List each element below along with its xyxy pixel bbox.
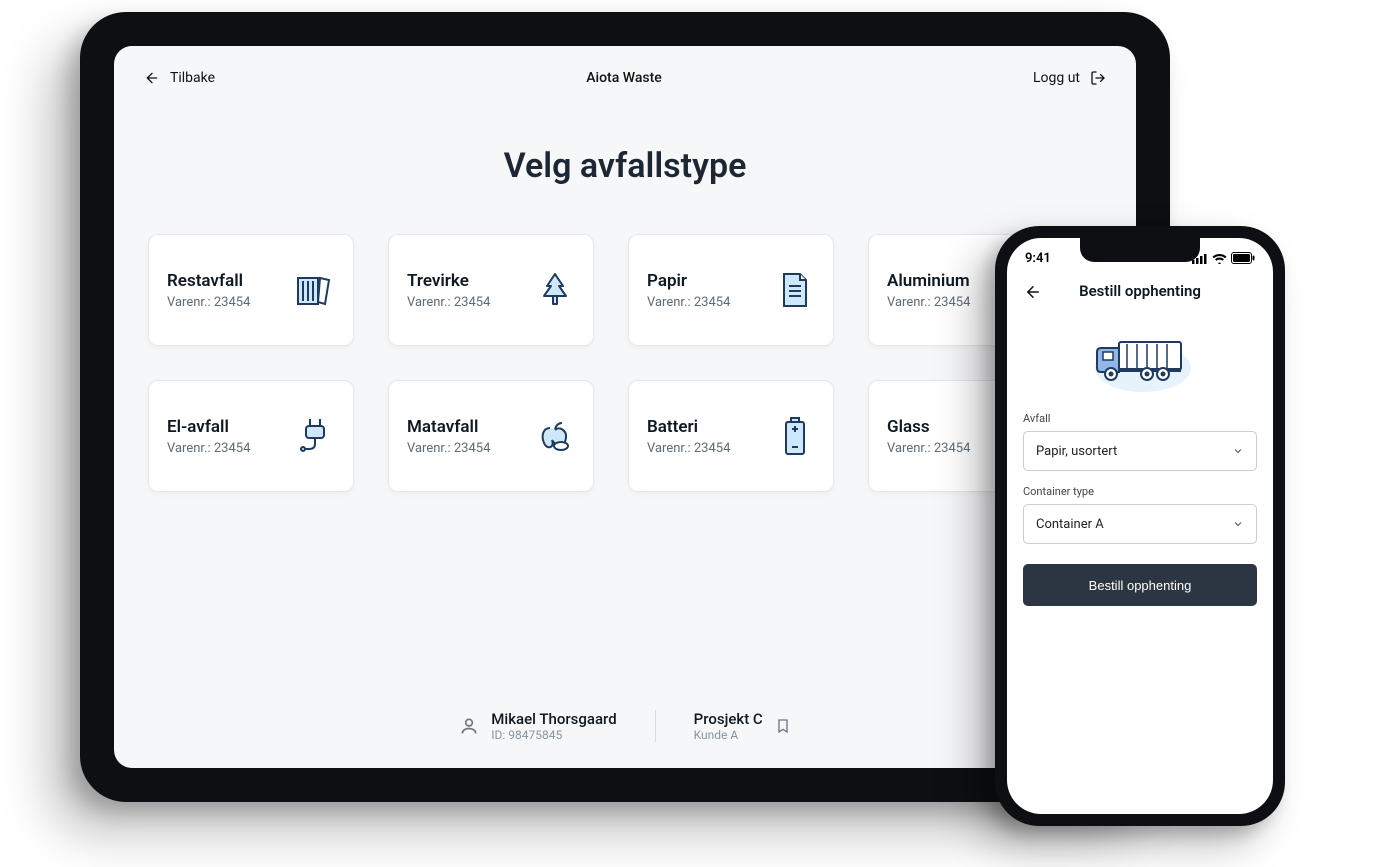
app-title: Aiota Waste [586,70,662,86]
user-name: Mikael Thorsgaard [491,710,616,728]
footer-divider [655,710,656,742]
card-text: Aluminium Varenr.: 23454 [887,271,970,310]
project-name: Prosjekt C [694,710,763,728]
waste-card-trevirke[interactable]: Trevirke Varenr.: 23454 [388,234,594,346]
cards-row: Restavfall Varenr.: 23454 Trevirke [148,234,1102,346]
chevron-down-icon [1232,445,1244,457]
container-select[interactable]: Container A [1023,504,1257,544]
card-text: Glass Varenr.: 23454 [887,417,970,456]
card-text: El-avfall Varenr.: 23454 [167,417,250,456]
phone-back-button[interactable] [1021,280,1045,304]
card-sub: Varenr.: 23454 [407,295,490,310]
card-text: Restavfall Varenr.: 23454 [167,271,250,310]
card-title: El-avfall [167,417,250,437]
phone-header-title: Bestill opphenting [1079,282,1201,300]
card-sub: Varenr.: 23454 [407,441,490,456]
tablet-screen: Tilbake Aiota Waste Logg ut Velg avfalls… [114,46,1136,768]
bookmark-icon [775,717,791,735]
container-value: Container A [1036,517,1104,532]
status-icons [1192,252,1255,264]
phone-device: 9:41 Bestill opphenting [995,226,1285,826]
phone-notch [1080,238,1200,262]
waste-card-restavfall[interactable]: Restavfall Varenr.: 23454 [148,234,354,346]
card-title: Restavfall [167,271,250,291]
apple-icon [535,416,575,456]
tablet-topbar: Tilbake Aiota Waste Logg ut [144,70,1106,86]
card-title: Batteri [647,417,730,437]
card-sub: Varenr.: 23454 [887,295,970,310]
status-time: 9:41 [1025,251,1051,266]
project-customer: Kunde A [694,728,763,742]
logout-icon [1090,70,1106,86]
card-title: Glass [887,417,970,437]
waste-card-papir[interactable]: Papir Varenr.: 23454 [628,234,834,346]
paper-icon [775,270,815,310]
footer-user: Mikael Thorsgaard ID: 98475845 [459,710,616,742]
waste-card-matavfall[interactable]: Matavfall Varenr.: 23454 [388,380,594,492]
waste-field: Avfall Papir, usortert [1023,412,1257,471]
user-id: ID: 98475845 [491,728,616,742]
card-sub: Varenr.: 23454 [167,295,250,310]
waste-value: Papir, usortert [1036,444,1117,459]
waste-card-batteri[interactable]: Batteri Varenr.: 23454 [628,380,834,492]
tree-icon [535,270,575,310]
footer-project: Prosjekt C Kunde A [694,710,791,742]
phone-form: Avfall Papir, usortert Container type Co… [1007,412,1273,606]
page-title: Velg avfallstype [144,146,1106,186]
card-title: Trevirke [407,271,490,291]
plug-icon [295,416,335,456]
waste-select[interactable]: Papir, usortert [1023,431,1257,471]
wifi-icon [1212,253,1227,264]
submit-button[interactable]: Bestill opphenting [1023,564,1257,606]
user-icon [459,716,479,736]
logout-button[interactable]: Logg ut [1033,70,1106,86]
back-button[interactable]: Tilbake [144,70,215,86]
card-sub: Varenr.: 23454 [167,441,250,456]
card-title: Aluminium [887,271,970,291]
container-label: Container type [1023,485,1257,498]
tablet-footer: Mikael Thorsgaard ID: 98475845 Prosjekt … [144,710,1106,748]
arrow-left-icon [144,70,160,86]
phone-header: Bestill opphenting [1007,278,1273,310]
card-text: Trevirke Varenr.: 23454 [407,271,490,310]
cards-grid: Restavfall Varenr.: 23454 Trevirke [144,234,1106,492]
back-label: Tilbake [170,70,215,86]
battery-icon [775,416,815,456]
trash-icon [295,270,335,310]
phone-screen: 9:41 Bestill opphenting [1007,238,1273,814]
card-title: Papir [647,271,730,291]
cards-row: El-avfall Varenr.: 23454 Ma [148,380,1102,492]
card-sub: Varenr.: 23454 [647,295,730,310]
battery-icon [1231,252,1255,264]
card-sub: Varenr.: 23454 [647,441,730,456]
truck-illustration [1007,324,1273,394]
footer-project-text: Prosjekt C Kunde A [694,710,763,742]
card-text: Papir Varenr.: 23454 [647,271,730,310]
footer-user-text: Mikael Thorsgaard ID: 98475845 [491,710,616,742]
card-sub: Varenr.: 23454 [887,441,970,456]
chevron-down-icon [1232,518,1244,530]
waste-card-el-avfall[interactable]: El-avfall Varenr.: 23454 [148,380,354,492]
waste-label: Avfall [1023,412,1257,425]
container-field: Container type Container A [1023,485,1257,544]
card-text: Matavfall Varenr.: 23454 [407,417,490,456]
card-title: Matavfall [407,417,490,437]
logout-label: Logg ut [1033,70,1080,86]
card-text: Batteri Varenr.: 23454 [647,417,730,456]
